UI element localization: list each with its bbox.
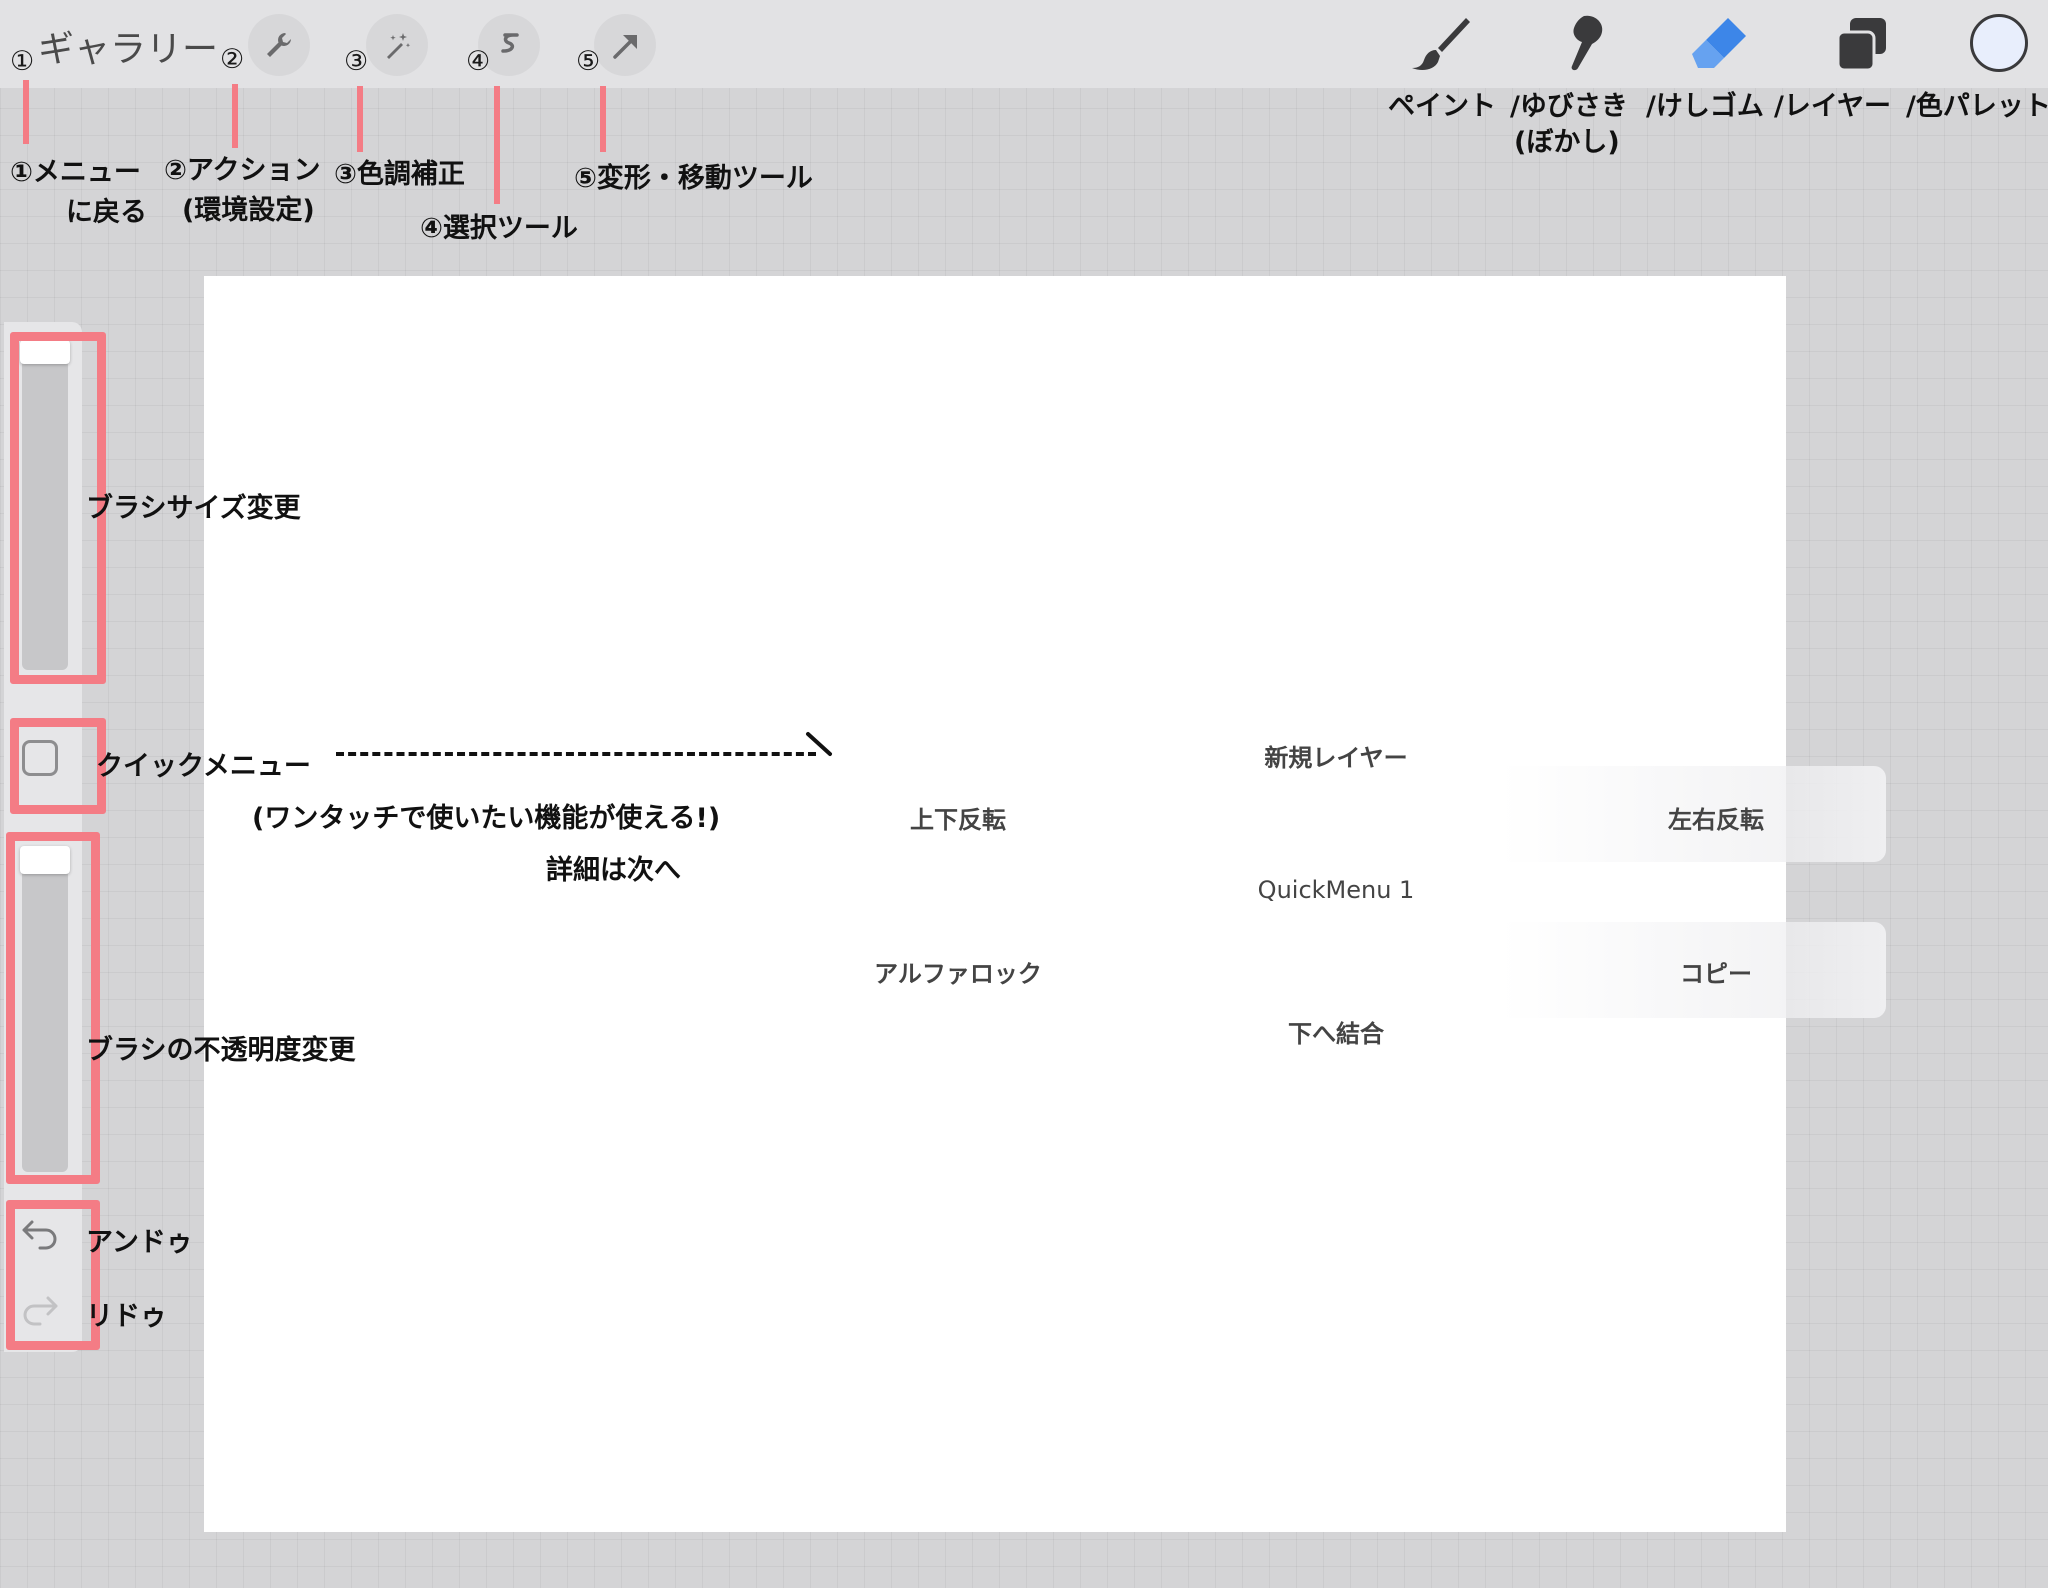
highlight-opacity (6, 832, 100, 1184)
wrench-icon (267, 33, 291, 57)
layers-label: /レイヤー (1774, 91, 1892, 122)
action-annotation-2: (環境設定) (182, 195, 315, 226)
transform-annotation: ⑤変形・移動ツール (574, 163, 813, 194)
pointer-line-4 (494, 86, 500, 204)
brush-size-annotation: ブラシサイズ変更 (86, 493, 301, 524)
arrow-icon (613, 35, 637, 59)
quick-menu-pointer-line (336, 752, 816, 756)
paint-button[interactable] (1408, 12, 1472, 76)
layers-icon (1836, 18, 1886, 72)
pointer-line-1 (23, 80, 29, 144)
pointer-line-5 (600, 86, 606, 152)
number-1: ① (10, 46, 35, 77)
quick-menu-merge-down[interactable]: 下へ結合 (1206, 1014, 1466, 1049)
color-swatch[interactable] (1970, 14, 2028, 72)
number-5: ⑤ (576, 46, 601, 77)
menu-annotation-1: ①メニュー (10, 157, 141, 188)
number-4: ④ (466, 46, 491, 77)
pointer-line-2 (232, 84, 238, 148)
transform-button[interactable] (594, 14, 656, 76)
drawing-canvas[interactable] (204, 276, 1786, 1532)
layers-button[interactable] (1830, 12, 1894, 76)
quick-menu-description: (ワンタッチで使いたい機能が使える!) (252, 803, 721, 834)
menu-annotation-2: に戻る (66, 197, 147, 228)
palette-label: /色パレット (1906, 91, 2048, 122)
blur-label: (ぼかし) (1514, 127, 1620, 158)
pointer-line-3 (357, 86, 363, 152)
eraser-label: /けしゴム (1646, 91, 1764, 122)
highlight-quick-menu (10, 718, 106, 814)
opacity-annotation: ブラシの不透明度変更 (86, 1035, 356, 1066)
smudge-icon (1571, 15, 1603, 71)
eraser-button[interactable] (1688, 12, 1752, 76)
pointer-arrow-icon (806, 732, 832, 756)
gallery-button[interactable]: ギャラリー (38, 20, 218, 72)
paint-label: ペイント (1388, 91, 1496, 122)
quick-menu-annotation: クイックメニュー (96, 751, 311, 782)
action-annotation-1: ②アクション (164, 155, 321, 186)
undo-annotation: アンドゥ (86, 1227, 193, 1258)
see-next-annotation: 詳細は次へ (546, 855, 681, 886)
eraser-icon (1692, 18, 1746, 68)
quick-menu-flip-horizontal[interactable]: 左右反転 (1586, 800, 1846, 835)
number-3: ③ (344, 46, 369, 77)
brush-icon (1412, 18, 1470, 70)
actions-button[interactable] (248, 14, 310, 76)
smudge-button[interactable] (1548, 12, 1612, 76)
smudge-label: /ゆびさき (1510, 91, 1628, 122)
redo-annotation: リドゥ (86, 1301, 167, 1332)
adjustments-button[interactable] (366, 14, 428, 76)
quick-menu-title: QuickMenu 1 (1257, 876, 1415, 904)
number-2: ② (220, 44, 245, 75)
quick-menu-alpha-lock[interactable]: アルファロック (808, 954, 1108, 989)
magic-wand-icon (387, 33, 411, 59)
select-annotation: ④選択ツール (420, 213, 578, 244)
quick-menu-new-layer[interactable]: 新規レイヤー (1206, 738, 1466, 773)
adjust-annotation: ③色調補正 (334, 159, 465, 190)
selection-icon (501, 33, 519, 53)
quick-menu-flip-vertical[interactable]: 上下反転 (828, 800, 1088, 835)
quick-menu-copy[interactable]: コピー (1586, 954, 1846, 989)
